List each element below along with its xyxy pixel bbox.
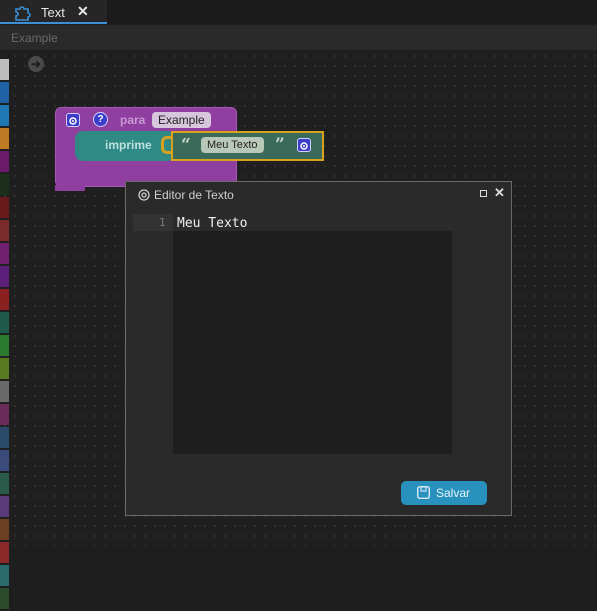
procedure-block-notch [55,185,85,191]
palette-category-20[interactable] [0,519,9,540]
palette-category-6[interactable] [0,197,9,218]
palette-category-18[interactable] [0,473,9,494]
active-line: Meu Texto [173,214,452,231]
palette-category-13[interactable] [0,358,9,379]
palette-category-2[interactable] [0,105,9,126]
text-editor-dialog: Editor de Texto ✕ 1 Meu Texto Salvar [125,181,512,516]
palette-category-10[interactable] [0,289,9,310]
save-icon [417,486,430,499]
input-socket [161,136,171,154]
text-editor-gear-icon[interactable] [297,138,311,152]
print-block[interactable]: imprime [75,131,175,161]
palette-category-9[interactable] [0,266,9,287]
gear-icon [138,189,150,201]
palette-category-8[interactable] [0,243,9,264]
close-quote: ” [275,135,285,155]
puzzle-icon [15,6,31,21]
editor-text[interactable]: Meu Texto [177,216,247,231]
help-icon[interactable]: ? [93,112,108,127]
dialog-title: Editor de Texto [154,188,234,202]
palette-category-23[interactable] [0,588,9,609]
block-settings-gear-icon[interactable] [66,113,80,127]
category-palette [0,59,10,611]
code-editor[interactable] [173,214,452,454]
close-icon[interactable]: ✕ [494,185,505,201]
save-button[interactable]: Salvar [401,481,487,505]
palette-category-11[interactable] [0,312,9,333]
tab-text[interactable]: Text ✕ [0,0,107,24]
palette-category-16[interactable] [0,427,9,448]
palette-category-17[interactable] [0,450,9,471]
save-label: Salvar [436,486,471,500]
procedure-name-bar [0,25,597,50]
close-icon[interactable]: ✕ [77,3,89,20]
navigate-arrow-icon[interactable]: ➜ [28,56,44,72]
print-label: imprime [105,138,152,152]
tab-title: Text [41,5,65,20]
palette-category-14[interactable] [0,381,9,402]
procedure-keyword: para [120,113,146,127]
procedure-name-field[interactable]: Example [152,112,211,128]
palette-category-4[interactable] [0,151,9,172]
line-number: 1 [159,216,166,229]
open-quote: “ [181,135,191,155]
maximize-icon[interactable] [480,190,487,197]
palette-category-12[interactable] [0,335,9,356]
text-value-field[interactable]: Meu Texto [201,137,264,153]
palette-category-5[interactable] [0,174,9,195]
palette-category-21[interactable] [0,542,9,563]
palette-category-19[interactable] [0,496,9,517]
palette-category-15[interactable] [0,404,9,425]
palette-category-1[interactable] [0,82,9,103]
text-block[interactable]: “ Meu Texto ” [171,131,324,161]
palette-category-7[interactable] [0,220,9,241]
palette-category-0[interactable] [0,59,9,80]
palette-category-22[interactable] [0,565,9,586]
line-gutter: 1 [133,214,173,231]
tab-bar: Text ✕ [0,0,597,24]
procedure-name-input[interactable] [0,25,590,50]
palette-category-3[interactable] [0,128,9,149]
